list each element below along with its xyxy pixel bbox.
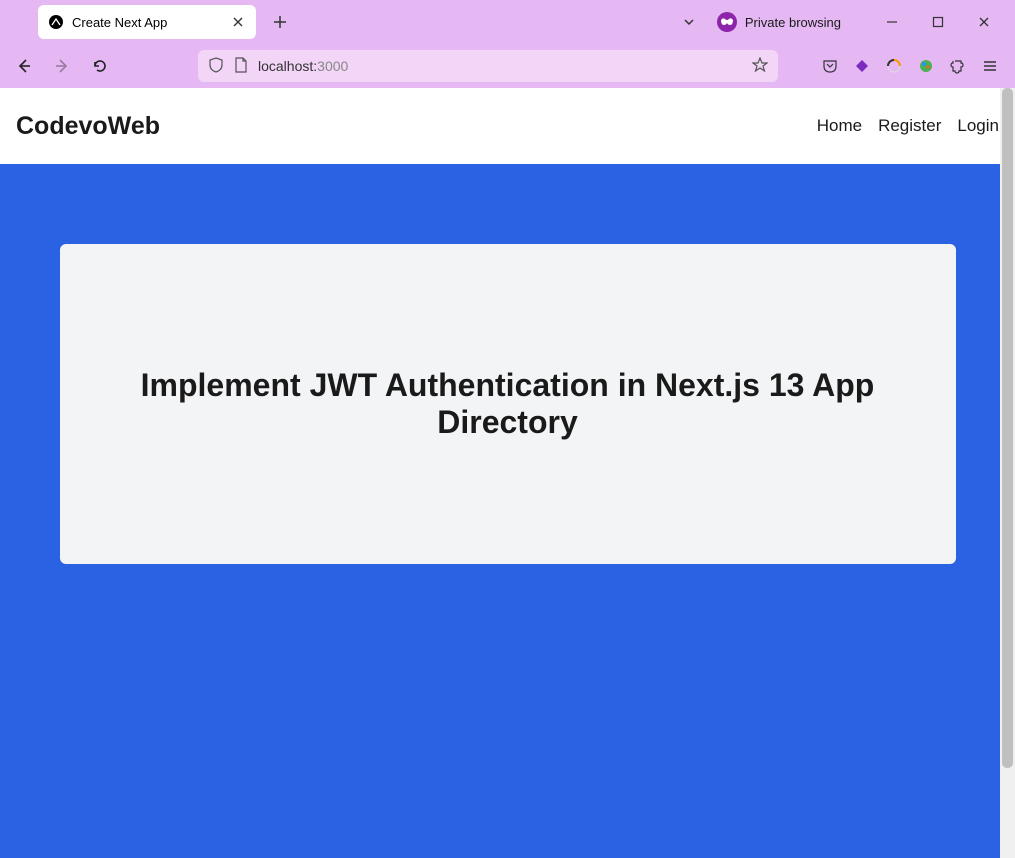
new-tab-button[interactable] (266, 8, 294, 36)
chevron-down-icon[interactable] (677, 10, 701, 34)
close-window-button[interactable] (961, 7, 1007, 37)
extension-purple-icon[interactable] (853, 57, 871, 75)
private-browsing-label: Private browsing (745, 15, 841, 30)
scrollbar-thumb[interactable] (1002, 88, 1013, 768)
main-area: Implement JWT Authentication in Next.js … (0, 164, 1015, 858)
pocket-icon[interactable] (821, 57, 839, 75)
vertical-scrollbar[interactable] (1000, 88, 1015, 858)
bookmark-star-icon[interactable] (752, 57, 768, 76)
toolbar-right (821, 57, 1007, 75)
extensions-icon[interactable] (949, 57, 967, 75)
tab-favicon-icon (48, 14, 64, 30)
page-heading: Implement JWT Authentication in Next.js … (70, 367, 946, 441)
tab-bar-right: Private browsing (677, 7, 1015, 37)
url-text: localhost:3000 (258, 58, 348, 74)
browser-tab[interactable]: Create Next App (38, 5, 256, 39)
url-bar[interactable]: localhost:3000 (198, 50, 778, 82)
page-icon[interactable] (234, 57, 248, 76)
window-controls (869, 7, 1007, 37)
site-nav: Home Register Login (817, 116, 999, 136)
shield-icon[interactable] (208, 57, 224, 76)
extension-swirl-icon[interactable] (885, 57, 903, 75)
close-icon[interactable] (230, 14, 246, 30)
nav-link-home[interactable]: Home (817, 116, 862, 136)
nav-link-register[interactable]: Register (878, 116, 941, 136)
maximize-button[interactable] (915, 7, 961, 37)
tab-bar: Create Next App Private browsing (0, 0, 1015, 44)
back-button[interactable] (8, 50, 40, 82)
site-header: CodevoWeb Home Register Login (0, 88, 1015, 164)
content-card: Implement JWT Authentication in Next.js … (60, 244, 956, 564)
private-browsing-badge: Private browsing (717, 12, 841, 32)
page-content: CodevoWeb Home Register Login Implement … (0, 88, 1015, 858)
forward-button[interactable] (46, 50, 78, 82)
site-logo[interactable]: CodevoWeb (16, 112, 160, 141)
extension-globe-icon[interactable] (917, 57, 935, 75)
tab-title: Create Next App (72, 15, 222, 30)
nav-link-login[interactable]: Login (957, 116, 999, 136)
toolbar: localhost:3000 (0, 44, 1015, 88)
reload-button[interactable] (84, 50, 116, 82)
menu-icon[interactable] (981, 57, 999, 75)
mask-icon (717, 12, 737, 32)
minimize-button[interactable] (869, 7, 915, 37)
browser-chrome: Create Next App Private browsing (0, 0, 1015, 88)
